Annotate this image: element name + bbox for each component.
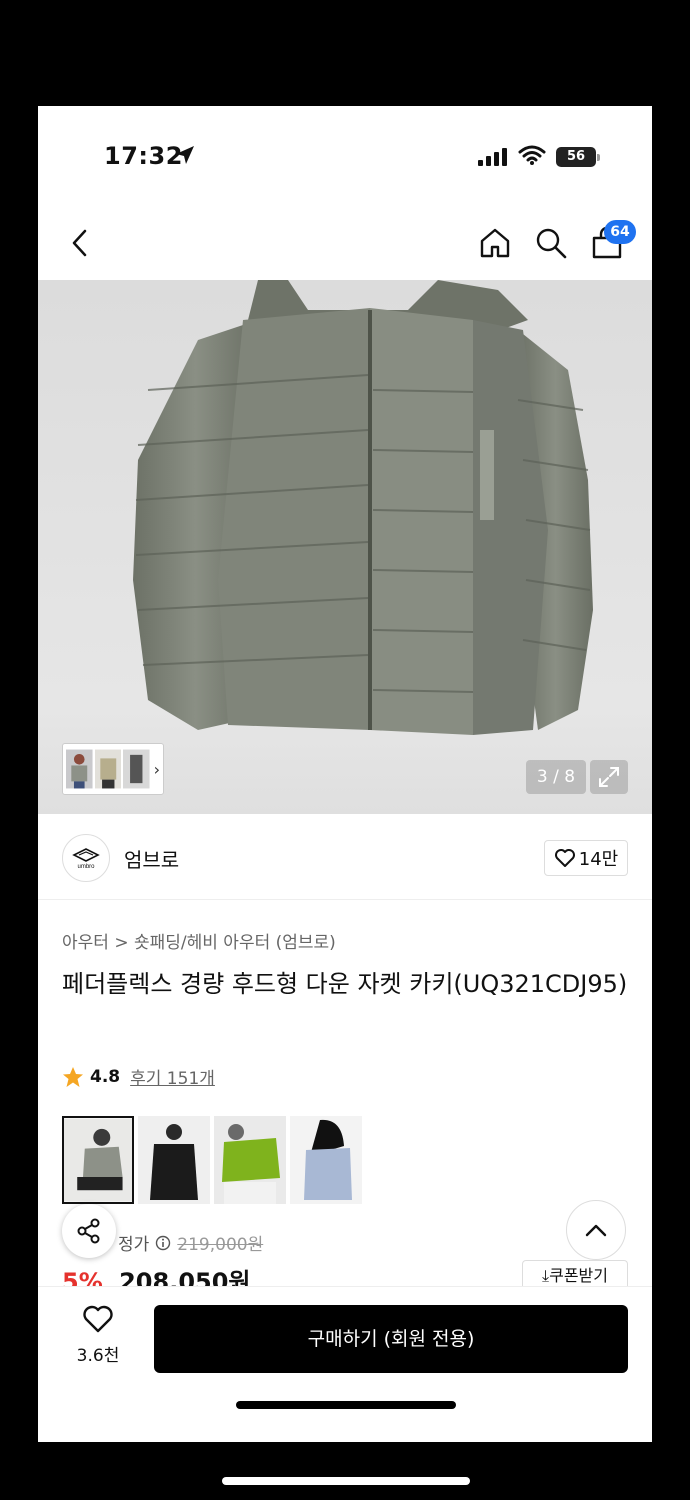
brand-name[interactable]: 엄브로 xyxy=(124,844,179,873)
sale-price-row: 5% 208,050원 xyxy=(62,1262,251,1288)
breadcrumb[interactable]: 아우터 > 숏패딩/헤비 아우터 (엄브로) xyxy=(62,928,336,953)
gallery-thumb[interactable] xyxy=(94,747,122,791)
brand-row[interactable]: umbro 엄브로 14만 xyxy=(38,814,652,900)
app-screen: 17:32 56 64 › 3 / 8 umbro 엄브로 14만 아우터 > … xyxy=(38,106,652,1442)
battery-indicator: 56 xyxy=(556,147,600,167)
gallery-page-indicator: 3 / 8 xyxy=(526,760,586,794)
top-nav: 64 xyxy=(38,206,652,280)
share-button[interactable] xyxy=(62,1204,116,1258)
product-image-gallery[interactable]: › 3 / 8 xyxy=(38,280,652,814)
location-arrow-icon xyxy=(176,146,194,164)
wifi-icon xyxy=(518,145,546,165)
signal-icon xyxy=(478,148,507,166)
outer-home-indicator xyxy=(222,1477,470,1485)
search-icon[interactable] xyxy=(534,226,568,260)
cart-count-badge: 64 xyxy=(604,220,636,244)
variant-thumb-black[interactable] xyxy=(138,1116,210,1204)
status-bar: 17:32 56 xyxy=(38,106,652,206)
coupon-label: 쿠폰받기 xyxy=(549,1266,608,1285)
gallery-thumb[interactable] xyxy=(123,747,150,791)
product-title: 페더플렉스 경량 후드형 다운 자켓 카키(UQ321CDJ95) xyxy=(62,970,628,998)
svg-text:umbro: umbro xyxy=(77,864,95,870)
chevron-up-icon xyxy=(585,1224,607,1237)
reviews-link[interactable]: 후기 151개 xyxy=(130,1064,215,1089)
home-icon[interactable] xyxy=(478,226,512,260)
gallery-thumbnail-strip[interactable]: › xyxy=(62,743,164,795)
wishlist-count: 3.6천 xyxy=(76,1346,120,1366)
gallery-thumb[interactable] xyxy=(66,747,93,791)
status-time: 17:32 xyxy=(104,142,183,170)
variant-thumb-lightblue[interactable] xyxy=(290,1116,362,1204)
brand-like-button[interactable]: 14만 xyxy=(544,840,628,876)
bottom-action-bar: 3.6천 구매하기 (회원 전용) xyxy=(38,1286,652,1442)
sale-price: 208,050원 xyxy=(119,1268,251,1288)
thumbs-more-chevron[interactable]: › xyxy=(154,760,160,779)
variant-thumb-khaki[interactable] xyxy=(62,1116,134,1204)
wishlist-button[interactable]: 3.6천 xyxy=(68,1305,128,1366)
rating-row[interactable]: 4.8 후기 151개 xyxy=(62,1064,215,1089)
price-label: 정가 xyxy=(118,1235,150,1255)
info-icon[interactable] xyxy=(155,1235,171,1251)
scroll-top-button[interactable] xyxy=(566,1200,626,1260)
star-icon xyxy=(63,1066,83,1087)
heart-icon xyxy=(83,1305,113,1333)
product-jacket-image xyxy=(133,280,593,735)
price-label-row: 정가 219,000원 xyxy=(118,1230,263,1255)
heart-icon xyxy=(554,849,575,867)
discount-rate: 5% xyxy=(62,1268,103,1288)
buy-button[interactable]: 구매하기 (회원 전용) xyxy=(154,1305,628,1373)
color-variant-list xyxy=(62,1116,362,1204)
rating-score: 4.8 xyxy=(90,1066,121,1087)
brand-logo[interactable]: umbro xyxy=(62,834,110,882)
share-icon xyxy=(77,1218,100,1244)
chevron-left-icon[interactable] xyxy=(70,228,90,258)
brand-like-count: 14만 xyxy=(578,849,619,870)
expand-icon[interactable] xyxy=(590,760,628,794)
original-price: 219,000원 xyxy=(177,1235,264,1255)
home-indicator[interactable] xyxy=(236,1401,456,1409)
variant-thumb-lime[interactable] xyxy=(214,1116,286,1204)
